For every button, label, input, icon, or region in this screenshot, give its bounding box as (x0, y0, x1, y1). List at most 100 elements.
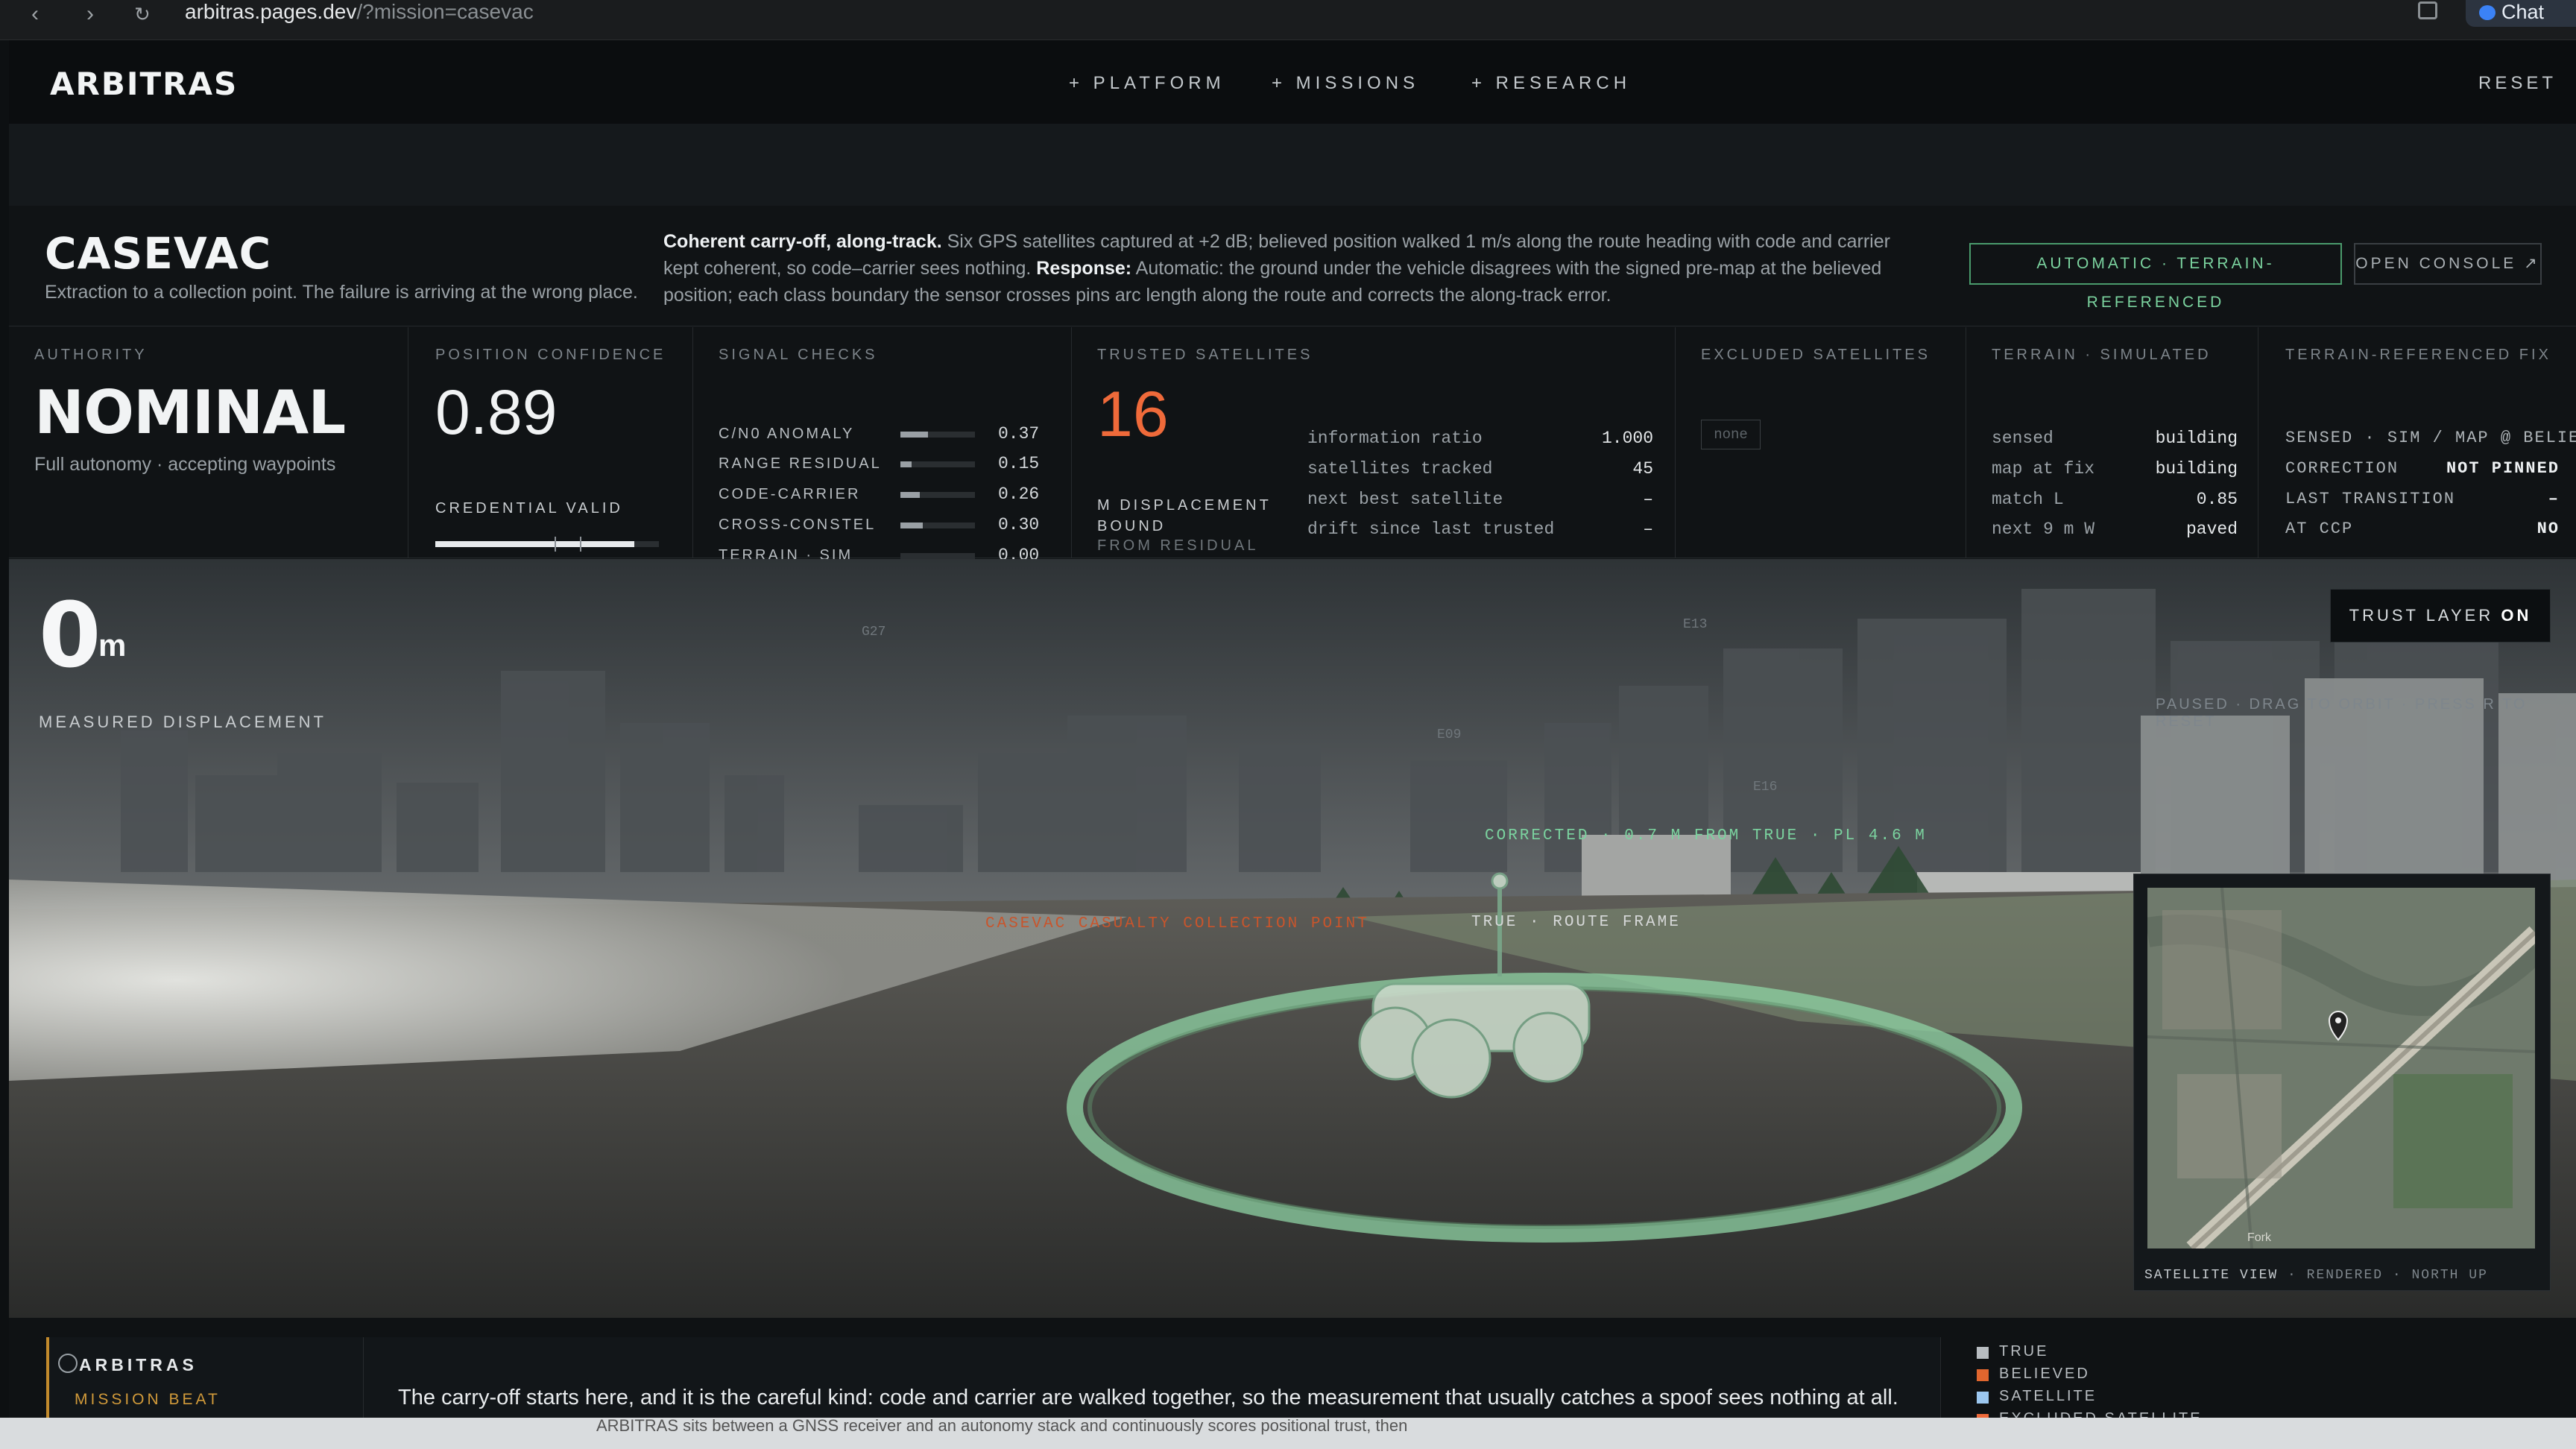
trusted-stat: drift since last trusted – (1307, 520, 1653, 549)
fix-value: NO (2536, 520, 2560, 538)
back-icon[interactable]: ‹ (31, 1, 39, 27)
trust-layer-label: TRUST LAYER (2349, 606, 2501, 625)
signal-name: CODE-CARRIER (719, 486, 861, 502)
signal-name: C/N0 ANOMALY (719, 426, 855, 442)
terrain-row: map at fix building (1992, 459, 2238, 489)
signal-value: 0.15 (998, 454, 1040, 473)
confidence-bar-fill (435, 541, 634, 547)
terrain-key: map at fix (1992, 459, 2095, 479)
beat-text: The carry-off starts here, and it is the… (398, 1386, 1898, 1409)
metrics-panel: AUTHORITY NOMINAL Full autonomy · accept… (9, 327, 2576, 565)
satellite-label: E16 (1753, 780, 1778, 795)
terrain-row: sensed building (1992, 429, 2238, 458)
nav-platform[interactable]: + PLATFORM (1069, 73, 1225, 94)
paused-hint: PAUSED · DRAG TO ORBIT · PRESS R TO RESE… (2156, 696, 2528, 730)
confidence-tick (580, 537, 581, 552)
trust-layer-toggle[interactable]: TRUST LAYER ON (2330, 589, 2551, 643)
signal-fill (900, 492, 920, 498)
terrain-value: building (2155, 429, 2238, 448)
signal-value: 0.37 (998, 424, 1040, 443)
reload-icon[interactable]: ↻ (134, 3, 151, 26)
signal-value: 0.26 (998, 484, 1040, 504)
trusted-count: 16 (1097, 379, 1169, 450)
fix-value: – (2548, 490, 2560, 508)
trust-layer-state: ON (2501, 606, 2532, 625)
trusted-stat: satellites tracked 45 (1307, 459, 1653, 489)
signal-fill (900, 432, 928, 438)
automatic-terrain-button[interactable]: AUTOMATIC · TERRAIN-REFERENCED (1969, 243, 2342, 311)
true-route-tag: TRUE · ROUTE FRAME (1471, 914, 1681, 931)
confidence-tick (555, 537, 556, 552)
stat-key: satellites tracked (1307, 459, 1493, 479)
address-bar[interactable]: arbitras.pages.dev/?mission=casevac (185, 0, 534, 24)
trusted-stat: information ratio 1.000 (1307, 429, 1653, 458)
signal-track (900, 553, 975, 559)
forward-icon[interactable]: › (86, 1, 94, 27)
satellite-label: G27 (862, 625, 886, 640)
excluded-caption: EXCLUDED SATELLITES (1701, 347, 1931, 363)
terrain-value: building (2155, 459, 2238, 479)
fix-key: SENSED · SIM / MAP @ BELIEVED (2285, 429, 2576, 447)
top-navigation: ARBITRAS + PLATFORM + MISSIONS + RESEARC… (9, 40, 2576, 124)
arbitras-logo-icon (58, 1354, 78, 1373)
signal-row: C/N0 ANOMALY 0.37 (719, 424, 1046, 455)
open-console-button[interactable]: OPEN CONSOLE ↗ (2354, 243, 2542, 285)
trusted-line-1: M DISPLACEMENT (1097, 497, 1272, 514)
site-logo[interactable]: ARBITRAS (50, 66, 238, 102)
reset-button[interactable]: RESET (2478, 73, 2557, 94)
signal-name: RANGE RESIDUAL (719, 455, 882, 472)
terrain-key: next 9 m W (1992, 520, 2095, 539)
nav-missions[interactable]: + MISSIONS (1272, 73, 1419, 94)
legend-item: SATELLITE (1977, 1388, 2200, 1409)
chat-bubble-icon (2479, 5, 2496, 20)
terrain-key: sensed (1992, 429, 2053, 448)
confidence-bar (435, 537, 659, 552)
trusted-line-2: BOUND (1097, 518, 1167, 534)
mission-title: CASEVAC (45, 228, 272, 279)
trusted-stat: next best satellite – (1307, 490, 1653, 520)
signal-track (900, 523, 975, 528)
stat-key: next best satellite (1307, 490, 1503, 509)
signal-fill (900, 523, 923, 528)
3d-viewport[interactable]: 0 m MEASURED DISPLACEMENT TRUST LAYER ON… (9, 559, 2576, 1318)
spacer-strip (9, 124, 2576, 206)
beat-text-box: The carry-off starts here, and it is the… (364, 1337, 1941, 1419)
position-confidence-cell: POSITION CONFIDENCE 0.89 CREDENTIAL VALI… (408, 327, 693, 558)
signal-checks-cell: SIGNAL CHECKS C/N0 ANOMALY 0.37 RANGE RES… (693, 327, 1072, 565)
response-label: Response: (1036, 258, 1132, 279)
chat-label: Chat (2501, 1, 2545, 23)
terrain-cell: TERRAIN · SIMULATED sensed building map a… (1966, 327, 2258, 558)
trusted-caption: TRUSTED SATELLITES (1097, 347, 1313, 363)
extensions-icon[interactable] (2418, 1, 2437, 19)
displacement-label: MEASURED DISPLACEMENT (39, 713, 326, 731)
legend-swatch (1977, 1347, 1989, 1359)
satellite-minimap[interactable]: Fork SATELLITE VIEW · RENDERED · NORTH U… (2133, 874, 2551, 1291)
minimap-title: SATELLITE VIEW (2144, 1268, 2279, 1283)
legend-label: SATELLITE (1999, 1388, 2097, 1404)
authority-detail: Full autonomy · accepting waypoints (34, 454, 336, 475)
terrain-caption: TERRAIN · SIMULATED (1992, 347, 2212, 363)
minimap-pin-label: Fork (2247, 1231, 2272, 1244)
beat-logo: ARBITRAS (79, 1355, 198, 1374)
url-path: /?mission=casevac (356, 0, 534, 23)
signal-row: CROSS-CONSTEL 0.30 (719, 515, 1046, 546)
signal-fill (900, 461, 912, 467)
minimap-image: Fork (2147, 888, 2535, 1248)
fix-key: CORRECTION (2285, 459, 2399, 478)
mission-subtitle: Extraction to a collection point. The fa… (45, 282, 638, 303)
minimap-meta: · RENDERED · NORTH UP (2278, 1268, 2488, 1283)
nav-research[interactable]: + RESEARCH (1471, 73, 1631, 94)
chat-button[interactable]: Chat (2466, 0, 2576, 27)
excluded-none-badge: none (1701, 420, 1761, 449)
signal-track (900, 492, 975, 498)
beat-label: MISSION BEAT (75, 1391, 221, 1408)
stat-value: 45 (1632, 459, 1653, 479)
signal-track (900, 461, 975, 467)
satellite-label: E09 (1437, 727, 1462, 742)
casevac-tag: CASEVAC CASUALTY COLLECTION POINT (985, 915, 1369, 932)
credential-label: CREDENTIAL VALID (435, 500, 623, 517)
stat-key: information ratio (1307, 429, 1483, 448)
terrain-value: paved (2185, 520, 2238, 539)
terrain-row: next 9 m W paved (1992, 520, 2238, 549)
trusted-satellites-cell: TRUSTED SATELLITES 16 M DISPLACEMENT BOU… (1072, 327, 1676, 558)
